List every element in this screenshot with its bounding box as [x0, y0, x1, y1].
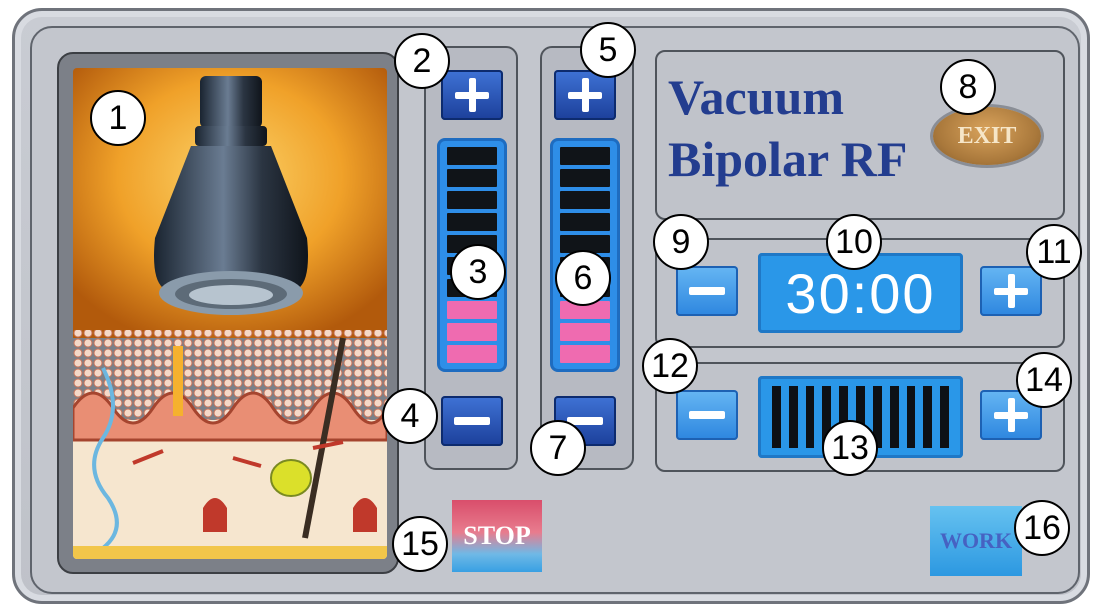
- bar-segment: [447, 169, 497, 187]
- title-line-2: Bipolar RF: [668, 131, 908, 187]
- callout-3: 3: [450, 244, 506, 300]
- timer-minus-button[interactable]: [676, 266, 738, 316]
- left-plus-button[interactable]: [441, 70, 503, 120]
- level-bar: [906, 386, 916, 448]
- minus-icon: [689, 411, 725, 419]
- work-button[interactable]: WORK: [930, 506, 1022, 576]
- level-bar: [923, 386, 933, 448]
- callout-7: 7: [530, 420, 586, 476]
- callout-14: 14: [1016, 352, 1072, 408]
- callout-8: 8: [940, 59, 996, 115]
- stop-button[interactable]: STOP: [452, 500, 542, 572]
- plus-icon: [994, 274, 1028, 308]
- plus-icon: [455, 78, 489, 112]
- callout-6: 6: [555, 250, 611, 306]
- callout-1: 1: [90, 90, 146, 146]
- callout-2: 2: [394, 33, 450, 89]
- bar-segment: [447, 147, 497, 165]
- callout-11: 11: [1026, 224, 1082, 280]
- bar-segment: [560, 147, 610, 165]
- exit-button[interactable]: EXIT: [933, 107, 1041, 165]
- level-bar: [805, 386, 815, 448]
- callout-12: 12: [642, 338, 698, 394]
- level-bar: [772, 386, 781, 448]
- bar-segment: [560, 169, 610, 187]
- bar-segment: [560, 345, 610, 363]
- bar-segment: [447, 213, 497, 231]
- bar-segment: [447, 323, 497, 341]
- minus-icon: [454, 417, 490, 425]
- callout-5: 5: [580, 22, 636, 78]
- callout-9: 9: [653, 214, 709, 270]
- bar-segment: [447, 191, 497, 209]
- level-bar: [940, 386, 949, 448]
- left-minus-button[interactable]: [441, 396, 503, 446]
- callout-4: 4: [382, 388, 438, 444]
- bar-segment: [560, 191, 610, 209]
- bar-segment: [447, 345, 497, 363]
- title-line-1: Vacuum: [668, 69, 844, 125]
- level-bar: [889, 386, 899, 448]
- timer-plus-button[interactable]: [980, 266, 1042, 316]
- plus-icon: [994, 398, 1028, 432]
- level-minus-button[interactable]: [676, 390, 738, 440]
- bar-segment: [560, 213, 610, 231]
- bar-segment: [447, 301, 497, 319]
- bar-segment: [560, 323, 610, 341]
- callout-15: 15: [392, 516, 448, 572]
- callout-16: 16: [1014, 500, 1070, 556]
- callout-10: 10: [826, 214, 882, 270]
- level-bar: [788, 386, 798, 448]
- callout-13: 13: [822, 420, 878, 476]
- minus-icon: [689, 287, 725, 295]
- plus-icon: [568, 78, 602, 112]
